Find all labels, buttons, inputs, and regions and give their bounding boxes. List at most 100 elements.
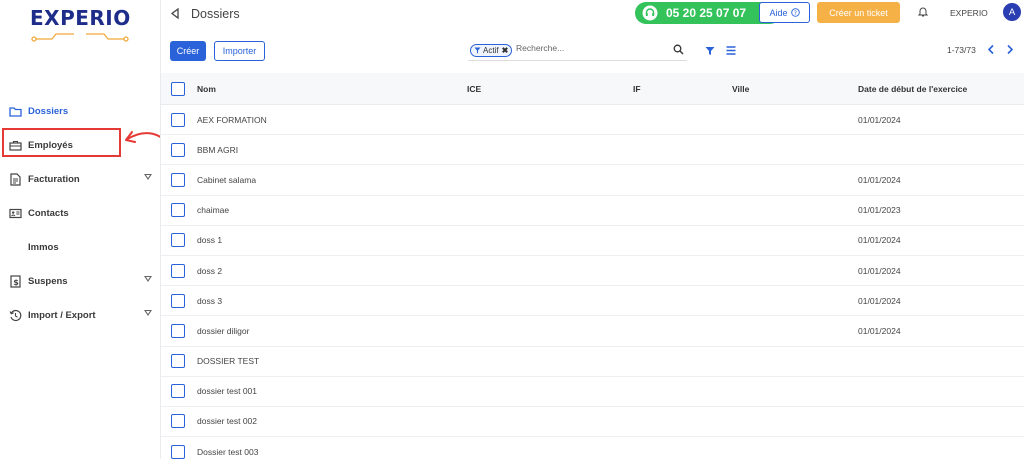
row-checkbox[interactable] <box>171 112 185 127</box>
facet-label: Actif <box>483 46 499 55</box>
table-row[interactable]: doss 1 01/01/2024 <box>161 225 1024 256</box>
column-header-if[interactable]: IF <box>633 84 641 94</box>
highlight-box <box>2 128 121 157</box>
cell-date: 01/01/2024 <box>858 295 901 306</box>
remove-facet-icon[interactable]: ✖ <box>502 46 509 55</box>
cell-nom: dossier diligor <box>197 325 250 336</box>
avatar[interactable]: A <box>1003 3 1021 21</box>
cell-date: 01/01/2023 <box>858 205 901 216</box>
row-checkbox[interactable] <box>171 263 185 278</box>
records-table: Nom ICE IF Ville Date de début de l'exer… <box>161 73 1024 459</box>
cell-nom: doss 3 <box>197 295 223 306</box>
table-row[interactable]: AEX FORMATION 01/01/2024 <box>161 105 1024 136</box>
table-row[interactable]: doss 2 01/01/2024 <box>161 255 1024 287</box>
sidebar-item-immos[interactable]: Immos <box>0 230 160 264</box>
sidebar-item-label: Contacts <box>28 207 69 219</box>
dollar-doc-icon: $ <box>8 274 22 288</box>
cell-nom: DOSSIER TEST <box>197 356 260 367</box>
help-label: Aide <box>769 7 788 18</box>
svg-text:$: $ <box>13 277 19 286</box>
row-checkbox[interactable] <box>171 414 185 429</box>
cell-nom: dossier test 002 <box>197 416 258 427</box>
sidebar-item-label: Immos <box>28 241 59 253</box>
cell-date: 01/01/2024 <box>858 325 901 336</box>
headset-icon <box>642 5 658 21</box>
cell-nom: Cabinet salama <box>197 174 257 185</box>
table-row[interactable]: BBM AGRI <box>161 135 1024 166</box>
column-header-nom[interactable]: Nom <box>197 84 216 94</box>
sidebar: EXPERIO Dossiers Employés Facturation Co… <box>0 0 160 459</box>
filter-toggle-icon[interactable] <box>705 46 715 56</box>
id-card-icon <box>8 206 22 220</box>
cell-nom: AEX FORMATION <box>197 114 267 125</box>
search-bar: Actif ✖ <box>468 40 687 61</box>
logo[interactable]: EXPERIO <box>30 6 131 42</box>
collapse-sidebar-icon[interactable] <box>170 8 180 19</box>
svg-text:?: ? <box>793 10 796 17</box>
chevron-left-icon[interactable] <box>987 44 995 55</box>
sidebar-item-label: Facturation <box>28 173 80 185</box>
search-input[interactable] <box>516 43 666 53</box>
sidebar-item-label: Dossiers <box>28 105 69 117</box>
table-row[interactable]: dossier diligor 01/01/2024 <box>161 316 1024 347</box>
table-header: Nom ICE IF Ville Date de début de l'exer… <box>161 73 1024 105</box>
sidebar-item-label: Import / Export <box>28 309 96 321</box>
list-view-icon[interactable] <box>726 46 736 55</box>
row-checkbox[interactable] <box>171 444 185 459</box>
sidebar-item-suspens[interactable]: $ Suspens <box>0 264 160 298</box>
cell-nom: chaimae <box>197 205 230 216</box>
cell-nom: Dossier test 003 <box>197 446 259 457</box>
question-icon: ? <box>790 8 800 17</box>
logo-text: EXPERIO <box>30 6 131 30</box>
row-checkbox[interactable] <box>171 293 185 308</box>
row-checkbox[interactable] <box>171 142 185 157</box>
import-button[interactable]: Importer <box>214 41 265 61</box>
table-row[interactable]: DOSSIER TEST <box>161 346 1024 377</box>
sidebar-item-facturation[interactable]: Facturation <box>0 162 160 196</box>
topbar: Dossiers 05 20 25 07 07 Aide ? Créer un … <box>161 0 1024 30</box>
table-body: AEX FORMATION 01/01/2024 BBM AGRI Cabinet s… <box>161 105 1024 459</box>
row-checkbox[interactable] <box>171 203 185 218</box>
cell-date: 01/01/2024 <box>858 265 901 276</box>
column-header-ville[interactable]: Ville <box>732 84 749 94</box>
toolbar: Créer Importer Actif ✖ 1-73/73 <box>161 30 1024 73</box>
chevron-right-icon[interactable] <box>1006 44 1014 55</box>
cell-date: 01/01/2024 <box>858 114 901 125</box>
cell-nom: doss 2 <box>197 265 223 276</box>
chevron-down-icon[interactable] <box>144 310 152 316</box>
column-header-ice[interactable]: ICE <box>467 84 481 94</box>
create-ticket-button[interactable]: Créer un ticket <box>817 2 900 23</box>
cell-date: 01/01/2024 <box>858 235 901 246</box>
select-all-checkbox[interactable] <box>171 81 185 96</box>
cell-nom: BBM AGRI <box>197 144 239 155</box>
table-row[interactable]: Cabinet salama 01/01/2024 <box>161 165 1024 196</box>
table-row[interactable]: Dossier test 003 <box>161 437 1024 459</box>
sidebar-item-contacts[interactable]: Contacts <box>0 196 160 230</box>
search-icon[interactable] <box>673 44 684 55</box>
table-row[interactable]: doss 3 01/01/2024 <box>161 286 1024 317</box>
create-button[interactable]: Créer <box>170 41 206 61</box>
phone-number: 05 20 25 07 07 <box>666 6 747 20</box>
row-checkbox[interactable] <box>171 323 185 338</box>
pager-value[interactable]: 1-73/73 <box>947 45 976 55</box>
table-row[interactable]: dossier test 001 <box>161 376 1024 407</box>
bell-icon[interactable] <box>918 6 928 17</box>
folder-icon <box>8 104 22 118</box>
filter-facet[interactable]: Actif ✖ <box>470 44 513 57</box>
user-name[interactable]: EXPERIO <box>950 8 988 18</box>
help-button[interactable]: Aide ? <box>759 2 810 23</box>
page-title: Dossiers <box>191 7 240 21</box>
table-row[interactable]: chaimae 01/01/2023 <box>161 195 1024 226</box>
row-checkbox[interactable] <box>171 233 185 248</box>
circuit-icon <box>31 33 129 42</box>
table-row[interactable]: dossier test 002 <box>161 406 1024 438</box>
sidebar-item-import-export[interactable]: Import / Export <box>0 298 160 332</box>
row-checkbox[interactable] <box>171 354 185 369</box>
row-checkbox[interactable] <box>171 384 185 399</box>
chevron-down-icon[interactable] <box>144 174 152 180</box>
column-header-date[interactable]: Date de début de l'exercice <box>858 84 967 94</box>
chevron-down-icon[interactable] <box>144 276 152 282</box>
filter-icon <box>474 47 481 54</box>
document-icon <box>8 172 22 186</box>
row-checkbox[interactable] <box>171 172 185 187</box>
